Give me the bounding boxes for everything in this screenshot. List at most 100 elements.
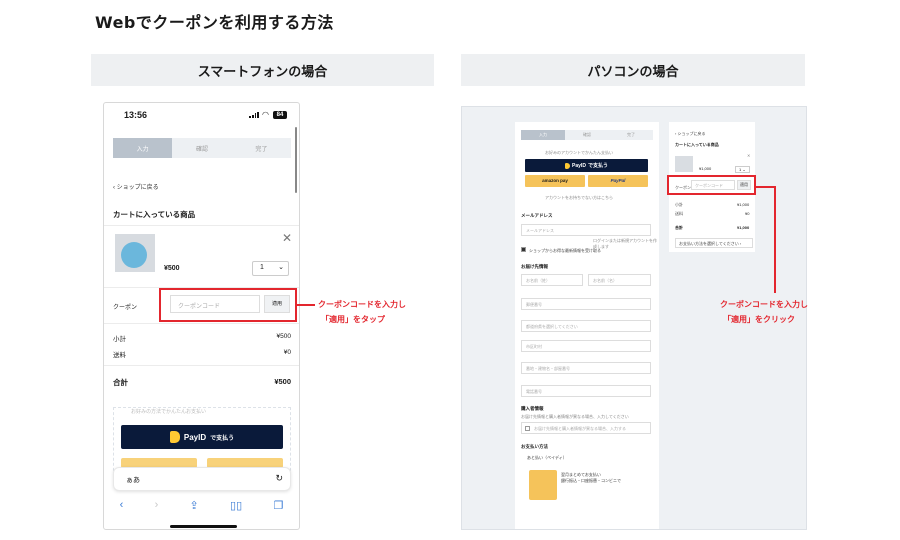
pc-street-input[interactable]: 番地・建物名・部屋番号 [521,362,651,374]
pc-qty-value: 1 [739,167,742,172]
pc-surname-input[interactable]: お名前（姓） [521,274,583,286]
scrollbar[interactable] [295,127,297,193]
subtotal-value: ¥500 [276,333,291,340]
smartphone-section-header: スマートフォンの場合 [91,54,434,86]
phone-coupon-highlight [159,288,297,322]
total-row: 合計 ¥500 [113,377,291,388]
pc-divider-text: アカウントをお持ちでない方はこちら [545,195,613,200]
pc-back-link[interactable]: ‹ ショップに戻る [675,131,705,137]
pc-step-input: 入力 [521,130,565,140]
pc-paypal-button[interactable]: PayPal [588,175,648,187]
phone-note-line1: クーポンコードを入力し [318,300,406,309]
pc-given-name-input[interactable]: お名前（名） [588,274,651,286]
pc-payid-button[interactable]: PayID で支払う [525,159,648,172]
pc-note-line1: クーポンコードを入力し [720,300,808,309]
pc-pay-note: お好みのアカウントでかんたん支払い [545,150,613,155]
phone-note-line2: 「適用」をタップ [321,315,385,324]
pc-amazon-pay-button[interactable]: amazon pay [525,175,585,187]
payid-logo-icon [169,431,180,443]
pc-buyer-hint: お届け先情報と購入者情報が異なる場合、入力してください [521,414,629,419]
pc-buyer-checkbox[interactable] [525,426,530,431]
pc-payment-label: お支払い方法 [521,444,548,449]
payid-button[interactable]: PayID で支払う [121,425,283,449]
pc-subtotal-value: ¥1,000 [737,202,750,207]
product-image [121,242,147,268]
pc-payment-select-label: お支払い方法を選択してください [679,241,739,246]
pc-callout-line-horizontal [756,186,776,188]
forward-icon[interactable]: › [155,499,159,511]
shipping-value: ¥0 [283,349,291,356]
phone-callout-note: クーポンコードを入力し 「適用」をタップ [318,297,406,327]
pc-buyer-check-label: お届け先情報と購入者情報が異なる場合、入力する [534,426,626,431]
payment-note: お好みの方法でかんたんお支払い [131,409,207,415]
pc-prefecture-select[interactable]: 都道府県を選択してください [521,320,651,332]
chevron-down-icon: ⌄ [278,264,284,271]
pc-coupon-highlight [667,175,756,195]
pc-email-hint: ログインまたは新規アカウントを作成します [593,238,657,249]
quantity-select[interactable]: 1 ⌄ [252,261,289,276]
status-bar: 13:56 ◠ 84 [104,103,299,129]
pc-shipping-label: 送料 [675,211,683,216]
pc-subtotal-label: 小計 [675,202,683,207]
total-label: 合計 [113,378,128,387]
pc-newsletter-label: ショップからお得な最新情報を受け取る [529,248,601,253]
pc-shipping-value: ¥0 [745,211,750,216]
pc-cart-title: カートに入っている商品 [675,142,719,147]
pc-paidy-card-image [529,470,557,500]
pc-buyer-option[interactable]: お届け先情報と購入者情報が異なる場合、入力する [521,422,651,434]
pc-checkout-form: 入力 確認 完了 お好みのアカウントでかんたん支払い PayID で支払う ama… [515,122,659,529]
text-size-button[interactable]: ぁあ [126,475,140,485]
share-icon[interactable]: ⇪ [190,499,199,512]
pc-payment-method: あと払い（ペイディ） [527,455,567,460]
pc-section-header: パソコンの場合 [461,54,805,86]
pc-product-thumbnail [675,156,693,172]
pc-city-input[interactable]: 市区町村 [521,340,651,352]
step-complete: 完了 [231,138,291,158]
pc-qty-select[interactable]: 1 ⌄ [735,166,750,173]
page-title: Webでクーポンを利用する方法 [95,13,334,32]
subtotal-row: 小計 ¥500 [113,333,291,343]
pc-back-link-label: ショップに戻る [677,131,706,136]
coupon-label: クーポン [113,305,138,311]
pc-step-complete: 完了 [609,130,653,140]
pc-shipping-info-label: お届け先情報 [521,264,548,269]
reload-icon[interactable]: ↻ [275,473,283,484]
phone-callout-line [297,304,315,306]
back-to-shop-label: ショップに戻る [116,185,159,191]
pc-payid-label: PayID [572,162,586,169]
payid-suffix: で支払う [210,435,235,442]
pc-email-input[interactable]: メールアドレス [521,224,651,236]
pc-buyer-label: 購入者情報 [521,406,544,411]
pc-note-line2: 「適用」をクリック [723,315,795,324]
payid-label: PayID [183,432,207,442]
pc-newsletter-checkbox[interactable] [521,247,526,252]
home-indicator [170,525,237,528]
product-price: ¥500 [164,265,180,272]
pc-payment-select-link[interactable]: お支払い方法を選択してください › [675,238,753,248]
bookmarks-icon[interactable]: ▯▯ [230,499,242,512]
pc-payment-desc-2: 銀行振込・口座振替・コンビニで [561,478,621,483]
pc-callout-line-vertical [774,186,776,293]
wifi-icon: ◠ [262,110,269,119]
step-input: 入力 [113,138,173,158]
chevron-down-icon: ⌄ [742,167,746,172]
status-time: 13:56 [124,110,148,120]
pc-postal-input[interactable]: 郵便番号 [521,298,651,310]
browser-address-bar[interactable]: ぁあ ↻ [113,467,291,491]
pc-payid-suffix: で支払う [587,163,608,169]
pc-step-confirm: 確認 [565,130,609,140]
close-icon[interactable]: ✕ [282,231,292,245]
cart-title: カートに入っている商品 [113,210,196,219]
signal-icon [249,112,259,118]
tabs-icon[interactable]: ❐ [273,499,283,512]
quantity-value: 1 [260,264,264,271]
shipping-label: 送料 [113,352,126,359]
pc-cart-item-price: ¥1,000 [699,166,712,171]
battery-icon: 84 [273,111,287,119]
pc-close-icon[interactable]: ✕ [747,153,750,158]
back-icon[interactable]: ‹ [120,499,124,511]
pc-email-label: メールアドレス [521,213,553,218]
back-to-shop-link[interactable]: ‹ ショップに戻る [113,182,159,191]
pc-callout-note: クーポンコードを入力し 「適用」をクリック [720,297,808,327]
pc-phone-input[interactable]: 電話番号 [521,385,651,397]
